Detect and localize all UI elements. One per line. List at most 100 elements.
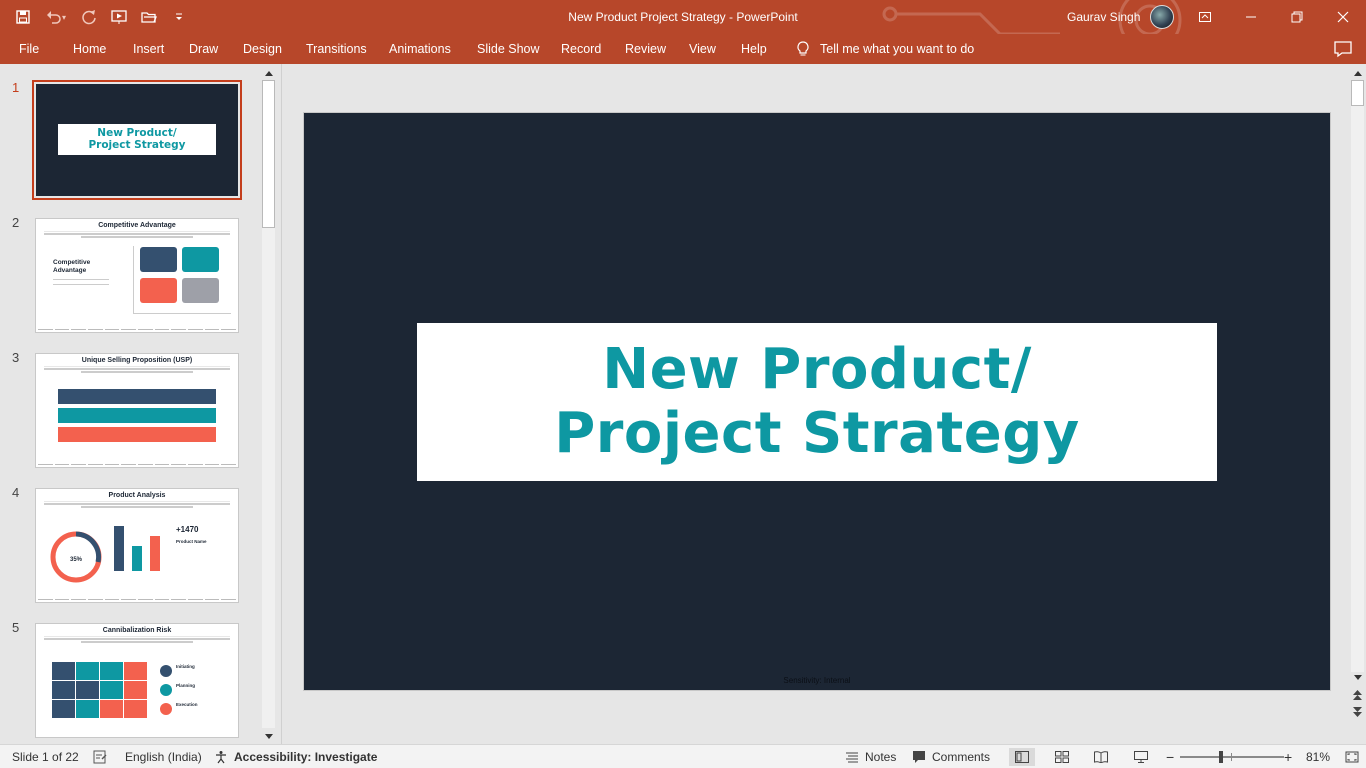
thumb-bar: [132, 546, 142, 571]
comments-icon[interactable]: [1334, 40, 1352, 58]
thumb-bar: [114, 526, 124, 571]
spelling-check-icon[interactable]: [93, 745, 107, 768]
slide-thumbnail-2[interactable]: Competitive Advantage Competitive Advant…: [35, 218, 239, 333]
tell-me-text: Tell me what you want to do: [820, 42, 975, 56]
quick-access-toolbar: ▾: [10, 0, 192, 34]
slide-title-box[interactable]: New Product/ Project Strategy: [417, 323, 1217, 481]
reading-view-icon[interactable]: [1088, 748, 1114, 766]
undo-icon[interactable]: ▾: [40, 4, 72, 30]
slide-sorter-icon[interactable]: [1049, 748, 1075, 766]
slide-indicator[interactable]: Slide 1 of 22: [12, 745, 79, 768]
zoom-slider[interactable]: [1180, 756, 1284, 758]
slide-thumbnail-1[interactable]: New Product/ Project Strategy: [32, 80, 242, 200]
slide-thumbnails-pane: 1 New Product/ Project Strategy 2 Compet…: [0, 64, 278, 744]
open-folder-icon[interactable]: [136, 4, 162, 30]
previous-slide-icon[interactable]: [1351, 688, 1364, 702]
scroll-down-icon[interactable]: [1351, 671, 1364, 685]
slide-thumbnail-5[interactable]: Cannibalization Risk Initiating Planning…: [35, 623, 239, 738]
notes-icon: [846, 752, 858, 763]
zoom-in-icon[interactable]: +: [1284, 745, 1292, 768]
current-slide[interactable]: New Product/ Project Strategy Sensitivit…: [303, 112, 1331, 691]
avatar[interactable]: [1150, 5, 1175, 29]
tab-insert[interactable]: Insert: [133, 34, 164, 64]
scroll-thumb[interactable]: [1351, 80, 1364, 106]
slide-number: 4: [12, 485, 20, 500]
notes-button[interactable]: Notes: [845, 745, 896, 768]
thumb-subtitle: [44, 501, 230, 508]
thumb-box: [182, 278, 219, 303]
next-slide-icon[interactable]: [1351, 705, 1364, 719]
tab-draw[interactable]: Draw: [189, 34, 218, 64]
comments-label: Comments: [932, 750, 991, 764]
thumb-box: [182, 247, 219, 272]
zoom-slider-knob[interactable]: [1219, 751, 1223, 763]
thumb-title: Unique Selling Proposition (USP): [81, 357, 193, 364]
save-icon[interactable]: [10, 4, 36, 30]
tab-transitions[interactable]: Transitions: [306, 34, 367, 64]
scroll-track[interactable]: [1351, 80, 1364, 672]
thumb-title-box: New Product/ Project Strategy: [58, 124, 216, 155]
normal-view-icon[interactable]: [1009, 748, 1035, 766]
slide-thumbnail-3[interactable]: Unique Selling Proposition (USP): [35, 353, 239, 468]
scroll-up-icon[interactable]: [1351, 66, 1364, 80]
thumb-footer: [38, 596, 237, 600]
tab-help[interactable]: Help: [741, 34, 767, 64]
thumb-box: [140, 247, 177, 272]
slide-title[interactable]: New Product/ Project Strategy: [554, 338, 1080, 466]
zoom-slider-center-tick: [1231, 753, 1232, 761]
tab-record[interactable]: Record: [561, 34, 601, 64]
tab-slide-show[interactable]: Slide Show: [477, 34, 540, 64]
thumb-step-dot: [160, 684, 172, 696]
thumb-side-title: Competitive Advantage: [53, 259, 91, 274]
slide-scrollbar[interactable]: [1349, 64, 1366, 744]
language-indicator[interactable]: English (India): [125, 745, 202, 768]
slide-number: 2: [12, 215, 20, 230]
tab-view[interactable]: View: [689, 34, 716, 64]
tab-animations[interactable]: Animations: [389, 34, 451, 64]
tab-home[interactable]: Home: [73, 34, 106, 64]
scroll-up-icon[interactable]: [261, 66, 276, 80]
tab-review[interactable]: Review: [625, 34, 666, 64]
thumb-step-dot: [160, 665, 172, 677]
redo-icon[interactable]: [76, 4, 102, 30]
tell-me-search[interactable]: Tell me what you want to do: [796, 34, 974, 64]
slideshow-from-beginning-icon[interactable]: [106, 4, 132, 30]
lightbulb-icon: [797, 41, 809, 56]
ribbon-display-options-icon[interactable]: [1182, 0, 1228, 34]
thumb-subtitle: [44, 366, 230, 373]
account[interactable]: Gaurav Singh: [1067, 0, 1175, 34]
tab-file[interactable]: File: [19, 34, 39, 64]
slide-show-view-icon[interactable]: [1128, 748, 1154, 766]
thumb-box: [140, 278, 177, 303]
window-controls: [1182, 0, 1366, 34]
thumbnails-scrollbar[interactable]: [261, 66, 276, 744]
scroll-thumb[interactable]: [262, 80, 275, 228]
thumb-footer: [38, 326, 237, 330]
accessibility-checker[interactable]: Accessibility: Investigate: [214, 745, 377, 768]
zoom-out-icon[interactable]: −: [1166, 745, 1174, 768]
minimize-icon[interactable]: [1228, 0, 1274, 34]
close-icon[interactable]: [1320, 0, 1366, 34]
restore-icon[interactable]: [1274, 0, 1320, 34]
thumb-title-line: New Product/: [97, 127, 177, 139]
thumb-step-label: Execution: [176, 702, 198, 707]
thumb-title: Cannibalization Risk: [102, 627, 172, 634]
title-bar: ▾ New Product Project Strategy - PowerPo…: [0, 0, 1366, 57]
slide-number: 1: [12, 80, 20, 95]
comment-icon: [913, 751, 925, 763]
slide-title-line-2: Project Strategy: [554, 401, 1080, 466]
thumb-title: Competitive Advantage: [98, 222, 176, 229]
thumb-subtitle: [44, 231, 230, 238]
customize-toolbar-icon[interactable]: [166, 4, 192, 30]
thumb-donut-value: 35%: [69, 557, 82, 563]
scroll-down-icon[interactable]: [261, 730, 276, 744]
zoom-level[interactable]: 81%: [1306, 745, 1330, 768]
fit-slide-to-window-icon[interactable]: [1345, 745, 1359, 768]
thumb-big-value: +1470: [176, 525, 199, 534]
tab-design[interactable]: Design: [243, 34, 282, 64]
comments-button[interactable]: Comments: [912, 745, 990, 768]
thumb-bar: [150, 536, 160, 571]
thumb-bar: [58, 427, 216, 442]
thumb-bar: [58, 408, 216, 423]
slide-thumbnail-4[interactable]: Product Analysis 35% +1470 Product Name: [35, 488, 239, 603]
